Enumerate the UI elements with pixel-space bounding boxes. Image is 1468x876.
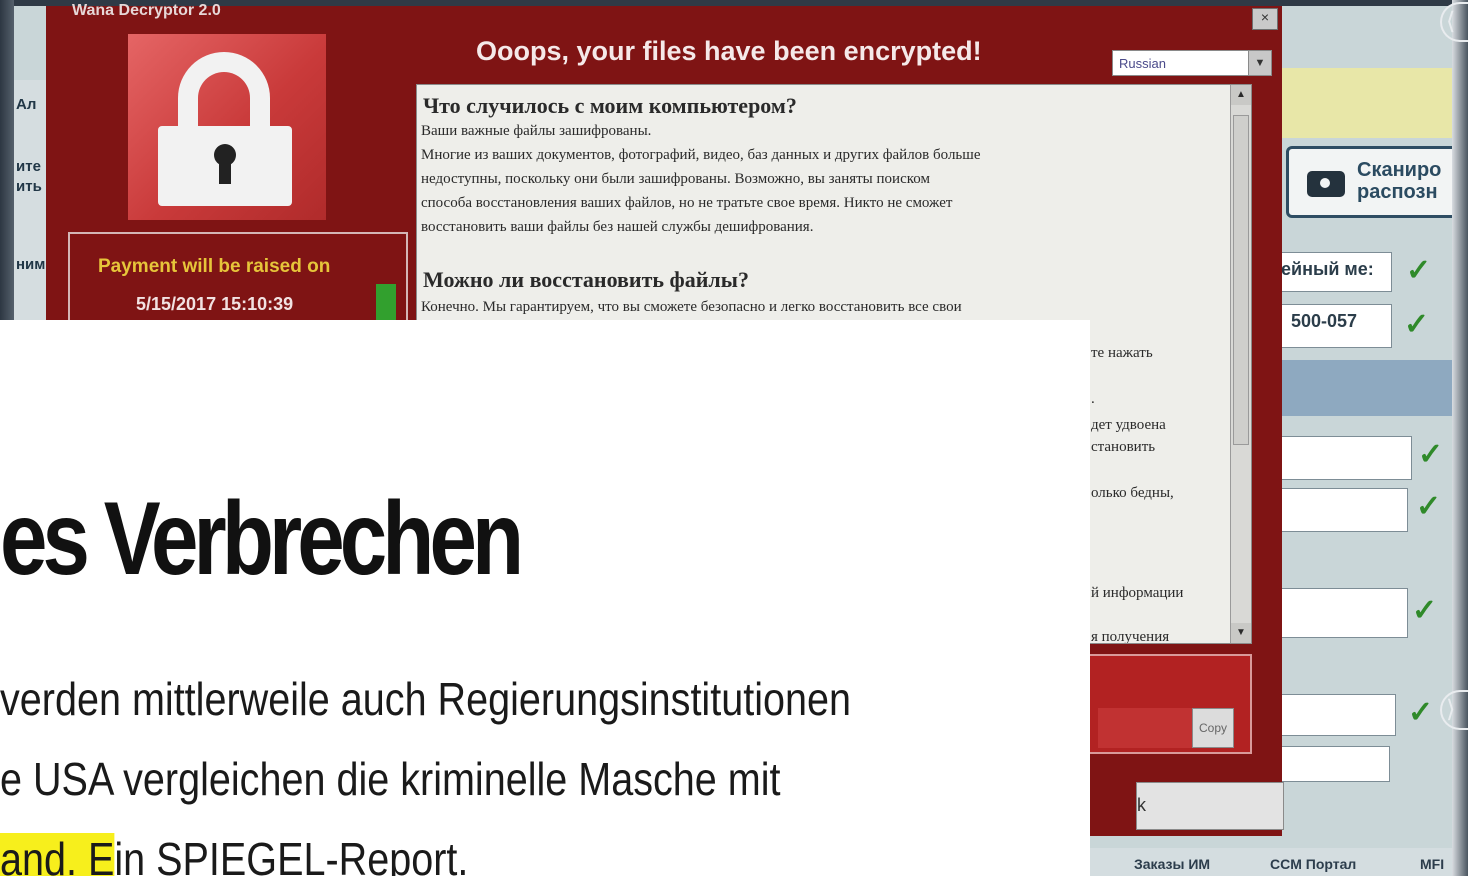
background-yellow-panel — [1268, 68, 1454, 138]
slide-right-frame — [1452, 0, 1468, 876]
check-icon: ✓ — [1418, 438, 1444, 471]
article-text-line: verden mittlerweile auch Regierungsinsti… — [0, 673, 852, 725]
check-icon: ✓ — [1412, 594, 1438, 627]
text-line: способа восстановления ваших файлов, но … — [421, 195, 953, 211]
background-field-3[interactable] — [1268, 436, 1412, 480]
text-heading: Что случилось с моим компьютером? — [423, 93, 797, 118]
text-line: Ваши важные файлы зашифрованы. — [421, 123, 652, 139]
scroll-down-icon[interactable]: ▼ — [1231, 623, 1251, 643]
background-field-2[interactable]: 500-057 — [1268, 304, 1392, 348]
article-excerpt: es Verbrechen verden mittlerweile auch R… — [0, 320, 1090, 876]
text-line: недоступны, поскольку они были зашифрова… — [421, 171, 930, 187]
padlock-icon — [128, 34, 326, 220]
background-left-label: ите — [16, 158, 41, 175]
background-left-label: ить — [16, 178, 42, 195]
article-title: es Verbrechen — [0, 481, 524, 597]
check-icon: ✓ — [1406, 254, 1432, 287]
close-button[interactable]: × — [1252, 8, 1278, 30]
scan-button-label: Сканиро распозн — [1357, 159, 1442, 203]
background-field-1[interactable]: ейный ме: — [1268, 252, 1392, 292]
copy-button[interactable]: Copy — [1192, 708, 1234, 748]
language-value: Russian — [1119, 56, 1166, 71]
scroll-thumb[interactable] — [1233, 115, 1249, 445]
window-title: Wana Decryptor 2.0 — [72, 2, 221, 19]
check-payment-button[interactable]: k — [1136, 782, 1284, 830]
article-text-rest: in SPIEGEL-Report. — [114, 833, 469, 876]
background-left-label: Ал — [16, 96, 37, 113]
background-left-label: ним — [16, 256, 46, 273]
chevron-down-icon[interactable]: ▼ — [1248, 51, 1271, 75]
text-line: восстановить ваши файлы без нашей службы… — [421, 219, 814, 235]
text-fragment: те нажать — [1091, 345, 1153, 361]
text-fragment: дет удвоена — [1091, 417, 1166, 433]
text-heading: Можно ли восстановить файлы? — [423, 267, 749, 292]
scan-recognize-button[interactable]: Сканиро распозн — [1286, 146, 1466, 218]
ransom-heading: Ooops, your files have been encrypted! — [476, 36, 982, 66]
text-fragment: становить — [1091, 439, 1156, 455]
background-field-6[interactable] — [1268, 694, 1396, 736]
highlighted-text: and. E — [0, 833, 115, 876]
background-bottom-nav: Заказы ИМ CCM Портал MFI — [1090, 848, 1454, 876]
payment-label: Payment will be raised on — [98, 256, 331, 277]
check-icon: ✓ — [1408, 696, 1434, 729]
text-fragment: олько бедны, — [1091, 485, 1174, 501]
check-icon: ✓ — [1416, 490, 1442, 523]
nav-link-ccm-portal[interactable]: CCM Портал — [1270, 856, 1356, 872]
background-field-4[interactable] — [1268, 488, 1408, 532]
text-scrollbar[interactable]: ▲ ▼ — [1230, 85, 1251, 643]
camera-icon — [1307, 171, 1345, 197]
background-field-7[interactable] — [1268, 746, 1390, 782]
button-label: k — [1137, 795, 1146, 815]
language-select[interactable]: Russian ▼ — [1112, 50, 1272, 76]
payment-date: 5/15/2017 15:10:39 — [136, 294, 294, 314]
article-text-line: e USA vergleichen die kriminelle Masche … — [0, 753, 781, 805]
text-fragment: я получения — [1091, 629, 1170, 644]
article-text-line: and. Ein SPIEGEL-Report. — [0, 832, 468, 876]
text-line: Конечно. Мы гарантируем, что вы сможете … — [421, 299, 962, 315]
check-icon: ✓ — [1404, 308, 1430, 341]
background-blue-panel — [1268, 360, 1454, 416]
background-field-5[interactable] — [1268, 588, 1408, 638]
text-fragment: й информации — [1091, 585, 1184, 601]
nav-link-orders[interactable]: Заказы ИМ — [1134, 856, 1210, 872]
nav-link-mfi[interactable]: MFI — [1420, 856, 1444, 872]
text-fragment: . — [1091, 391, 1095, 407]
text-line: Многие из ваших документов, фотографий, … — [421, 147, 981, 163]
background-left-panel — [14, 80, 46, 320]
scroll-up-icon[interactable]: ▲ — [1231, 85, 1251, 105]
